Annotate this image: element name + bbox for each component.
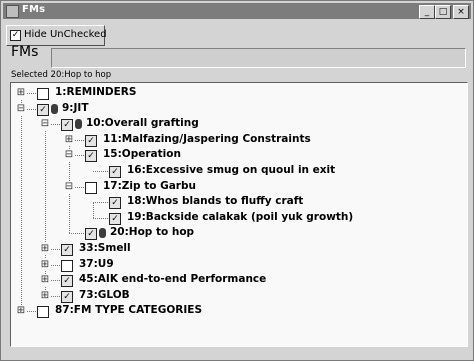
tree-connector-line: [93, 171, 108, 172]
fm-node-icon: [75, 119, 82, 130]
fm-tree: ⊞ 1:REMINDERS ⊟ ✓ 9:JIT ⊟ ✓ 10:Overall grafting…: [11, 83, 467, 346]
tree-connector-line: [93, 202, 94, 218]
tree-item-checkbox[interactable]: ✓: [85, 228, 97, 241]
minimize-button[interactable]: _: [419, 5, 435, 19]
checkbox-icon: ✓: [10, 30, 21, 41]
tree-item-checkbox[interactable]: [37, 306, 49, 319]
expand-toggle-icon[interactable]: ⊞: [64, 133, 74, 146]
tree-item-checkbox[interactable]: ✓: [109, 212, 121, 225]
fms-header-label: FMs: [11, 44, 39, 60]
fm-node-icon: [99, 228, 106, 239]
tree-connector-line: [93, 217, 108, 219]
maximize-button[interactable]: □: [435, 5, 451, 19]
tree-item-label[interactable]: 15:Operation: [103, 148, 181, 160]
tree-item-checkbox[interactable]: [61, 259, 73, 272]
hide-unchecked-label: Hide UnChecked: [24, 29, 107, 40]
tree-item-checkbox[interactable]: [85, 181, 97, 194]
tree-item-checkbox[interactable]: ✓: [85, 150, 97, 163]
tree-item-checkbox[interactable]: ✓: [37, 103, 49, 116]
tree-connector-line: [21, 93, 22, 312]
tree-item-checkbox[interactable]: ✓: [109, 197, 121, 210]
hide-unchecked-button[interactable]: ✓ Hide UnChecked: [6, 25, 107, 46]
tree-item-label[interactable]: 17:Zip to Garbu: [103, 180, 196, 192]
tree-item-label[interactable]: 87:FM TYPE CATEGORIES: [55, 304, 202, 316]
fm-node-icon: [51, 103, 58, 114]
tree-item-label[interactable]: 33:Smell: [79, 242, 131, 254]
expand-toggle-icon[interactable]: ⊞: [40, 289, 50, 302]
tree-item-label[interactable]: 16:Excessive smug on quoul in exit: [127, 164, 335, 176]
close-button[interactable]: ×: [453, 5, 469, 19]
collapse-toggle-icon[interactable]: ⊟: [40, 118, 50, 131]
app-icon: [6, 5, 19, 18]
tree-item-label[interactable]: 1:REMINDERS: [55, 86, 136, 98]
tree-item-checkbox[interactable]: ✓: [85, 134, 97, 147]
tree-connector-line: [69, 233, 84, 235]
tree-item-label[interactable]: 37:U9: [79, 258, 114, 270]
tree-item-checkbox[interactable]: ✓: [61, 275, 73, 288]
tree-item-checkbox[interactable]: [37, 88, 49, 100]
tree-item-label[interactable]: 45:AIK end-to-end Performance: [79, 273, 266, 285]
tree-item-label[interactable]: 73:GLOB: [79, 289, 130, 301]
tree-item-label[interactable]: 11:Malfazing/Jaspering Constraints: [103, 133, 311, 145]
fm-tree-view[interactable]: ⊞ 1:REMINDERS ⊟ ✓ 9:JIT ⊟ ✓ 10:Overall grafting…: [10, 82, 468, 347]
tree-item-label[interactable]: 19:Backside calakak (poil yuk growth): [127, 211, 353, 223]
fm-window: FMs _ □ × ✓ Hide UnChecked FMs Selected …: [0, 0, 474, 361]
expand-toggle-icon[interactable]: ⊞: [16, 305, 26, 318]
selected-status: Selected 20:Hop to hop: [11, 70, 112, 80]
collapse-toggle-icon[interactable]: ⊟: [64, 180, 74, 193]
collapse-toggle-icon[interactable]: ⊟: [16, 102, 26, 115]
tree-item-checkbox[interactable]: ✓: [61, 244, 73, 256]
expand-toggle-icon[interactable]: ⊞: [16, 87, 26, 99]
fms-filter-field[interactable]: [51, 48, 466, 68]
expand-toggle-icon[interactable]: ⊞: [40, 243, 50, 255]
tree-item-label[interactable]: 18:Whos blands to fluffy craft: [127, 195, 303, 207]
expand-toggle-icon[interactable]: ⊞: [40, 258, 50, 271]
tree-item-label[interactable]: 9:JIT: [62, 102, 88, 114]
title-bar[interactable]: FMs _ □ ×: [3, 3, 471, 19]
window-title: FMs: [22, 4, 46, 15]
tree-item-checkbox[interactable]: ✓: [61, 290, 73, 303]
tree-item-checkbox[interactable]: ✓: [61, 119, 73, 132]
expand-toggle-icon[interactable]: ⊞: [40, 274, 50, 287]
tree-connector-line: [93, 202, 108, 204]
tree-item-checkbox[interactable]: ✓: [109, 166, 121, 178]
collapse-toggle-icon[interactable]: ⊟: [64, 149, 74, 162]
tree-item-label[interactable]: 10:Overall grafting: [86, 117, 199, 129]
tree-item-label[interactable]: 20:Hop to hop: [110, 226, 194, 238]
